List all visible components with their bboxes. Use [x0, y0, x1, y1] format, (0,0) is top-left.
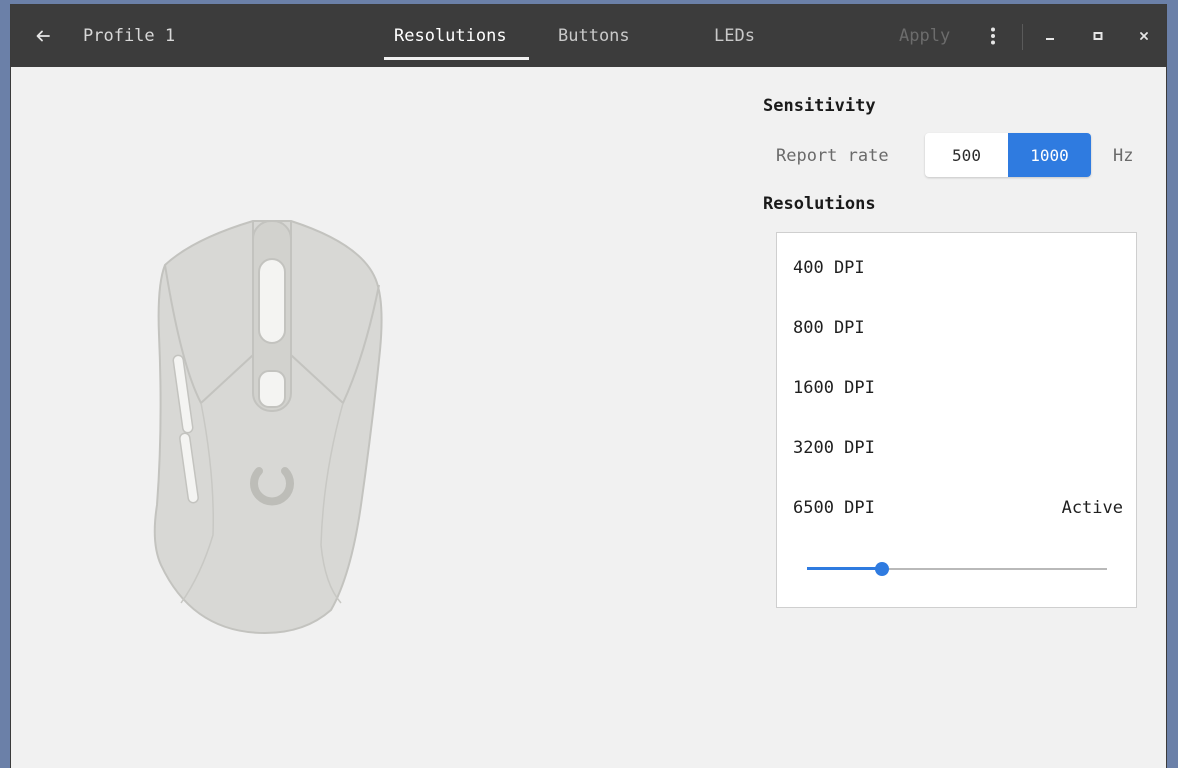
resolution-row-6500[interactable]: 6500 DPI Active: [793, 493, 1123, 523]
tab-buttons[interactable]: Buttons: [558, 5, 630, 67]
dpi-button: [258, 370, 286, 408]
arrow-left-icon: [36, 30, 50, 42]
close-icon: [1140, 32, 1148, 40]
resolution-label: 800 DPI: [793, 318, 865, 338]
menu-button[interactable]: [986, 5, 1000, 67]
minimize-button[interactable]: [1041, 5, 1059, 67]
resolution-label: 6500 DPI: [793, 498, 875, 518]
resolution-label: 3200 DPI: [793, 438, 875, 458]
dpi-slider[interactable]: [807, 557, 1107, 581]
profile-title[interactable]: Profile 1: [83, 5, 175, 67]
header-bar: Profile 1 Resolutions Buttons LEDs Apply: [11, 5, 1166, 67]
maximize-button[interactable]: [1089, 5, 1107, 67]
resolution-row-3200[interactable]: 3200 DPI: [793, 433, 1123, 463]
back-button[interactable]: [33, 5, 53, 67]
resolution-label: 400 DPI: [793, 258, 865, 278]
report-rate-label: Report rate: [776, 146, 889, 166]
report-rate-500-button[interactable]: 500: [925, 133, 1008, 177]
slider-knob[interactable]: [875, 562, 889, 576]
maximize-icon: [1093, 32, 1103, 40]
kebab-vertical-icon: [991, 27, 995, 45]
report-rate-1000-button[interactable]: 1000: [1008, 133, 1091, 177]
close-button[interactable]: [1135, 5, 1153, 67]
mouse-illustration: [153, 220, 383, 635]
active-tab-indicator: [384, 57, 529, 60]
resolution-row-800[interactable]: 800 DPI: [793, 313, 1123, 343]
resolution-label: 1600 DPI: [793, 378, 875, 398]
resolutions-title: Resolutions: [763, 194, 876, 214]
slider-fill: [807, 567, 882, 570]
header-separator: [1022, 24, 1023, 50]
report-rate-unit: Hz: [1113, 146, 1134, 166]
minimize-icon: [1046, 38, 1054, 40]
sensitivity-title: Sensitivity: [763, 96, 876, 116]
apply-button[interactable]: Apply: [899, 5, 950, 67]
report-rate-toggle: 500 1000: [925, 133, 1091, 177]
app-window: Profile 1 Resolutions Buttons LEDs Apply: [10, 4, 1167, 768]
resolution-row-400[interactable]: 400 DPI: [793, 253, 1123, 283]
tab-leds[interactable]: LEDs: [714, 5, 755, 67]
resolution-list: 400 DPI 800 DPI 1600 DPI 3200 DPI 6500 D…: [776, 232, 1137, 608]
scroll-wheel: [258, 258, 286, 344]
active-badge: Active: [1061, 498, 1123, 518]
resolution-row-1600[interactable]: 1600 DPI: [793, 373, 1123, 403]
